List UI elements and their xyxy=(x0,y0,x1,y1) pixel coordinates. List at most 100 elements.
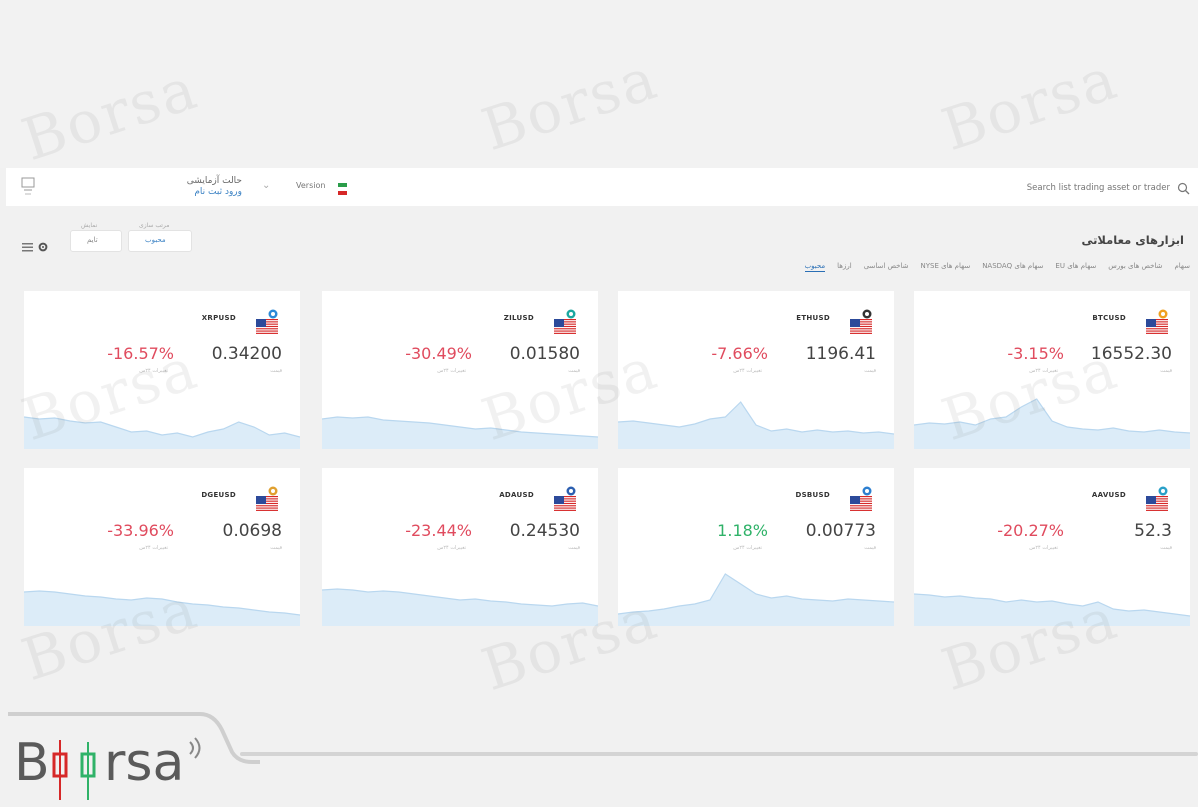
us-flag-icon xyxy=(554,496,576,515)
search-icon[interactable] xyxy=(1177,180,1190,199)
tab-5[interactable]: سهام های EU xyxy=(1055,262,1096,272)
brand-logo: B rsa xyxy=(0,700,260,803)
change-caption: تغییرات ۲۴س xyxy=(139,368,168,374)
us-flag-icon xyxy=(554,319,576,338)
sparkline-area xyxy=(322,417,598,449)
instrument-price: 16552.30 xyxy=(1090,344,1172,364)
sort-select-caption: مرتب سازی xyxy=(139,222,170,229)
us-flag-icon xyxy=(1146,496,1168,515)
instrument-card[interactable]: AAVUSD 52.3 قیمت -20.27% تغییرات ۲۴س xyxy=(914,468,1190,626)
us-flag-icon xyxy=(256,319,278,338)
price-sparkline xyxy=(322,416,598,449)
price-change-percent: -30.49% xyxy=(405,344,472,363)
price-caption: قیمت xyxy=(270,368,282,374)
search-box xyxy=(948,179,1190,197)
price-change-percent: -20.27% xyxy=(997,521,1064,540)
page-title: ابزارهای معاملاتی xyxy=(1081,233,1184,247)
price-sparkline xyxy=(914,398,1190,449)
display-select-value: تایم xyxy=(87,236,98,244)
price-caption: قیمت xyxy=(864,545,876,551)
change-caption: تغییرات ۲۴س xyxy=(1029,545,1058,551)
svg-text:rsa: rsa xyxy=(104,733,184,793)
change-caption: تغییرات ۲۴س xyxy=(733,545,762,551)
price-caption: قیمت xyxy=(864,368,876,374)
instrument-card[interactable]: ADAUSD 0.24530 قیمت -23.44% تغییرات ۲۴س xyxy=(322,468,598,626)
account-icon[interactable] xyxy=(18,174,40,200)
price-change-percent: -7.66% xyxy=(711,344,768,363)
instrument-card[interactable]: DSBUSD 0.00773 قیمت 1.18% تغییرات ۲۴س xyxy=(618,468,894,626)
tab-1[interactable]: ارزها xyxy=(837,262,852,272)
instrument-symbol: AAVUSD xyxy=(1091,491,1126,499)
instrument-price: 0.0698 xyxy=(222,521,282,541)
price-sparkline xyxy=(24,416,300,449)
sparkline-area xyxy=(24,417,300,449)
instrument-symbol: DSBUSD xyxy=(795,491,830,499)
sparkline-area xyxy=(24,591,300,626)
change-caption: تغییرات ۲۴س xyxy=(437,545,466,551)
instrument-symbol: BTCUSD xyxy=(1092,314,1126,322)
svg-text:B: B xyxy=(14,733,50,793)
price-change-percent: -23.44% xyxy=(405,521,472,540)
tab-4[interactable]: سهام های NASDAQ xyxy=(982,262,1043,272)
sparkline-area xyxy=(914,399,1190,449)
instrument-card[interactable]: ETHUSD 1196.41 قیمت -7.66% تغییرات ۲۴س xyxy=(618,291,894,449)
tab-7[interactable]: سهام xyxy=(1174,262,1190,272)
gear-icon[interactable] xyxy=(38,237,48,256)
list-view-icon[interactable] xyxy=(22,237,33,256)
instrument-symbol: ETHUSD xyxy=(796,314,830,322)
version-label: Version xyxy=(296,181,326,190)
search-input[interactable] xyxy=(948,179,1172,197)
tab-3[interactable]: سهام های NYSE xyxy=(920,262,970,272)
us-flag-icon xyxy=(1146,319,1168,338)
instrument-card[interactable]: XRPUSD 0.34200 قیمت -16.57% تغییرات ۲۴س xyxy=(24,291,300,449)
instrument-symbol: DGEUSD xyxy=(201,491,236,499)
sparkline-area xyxy=(322,589,598,626)
price-sparkline xyxy=(914,593,1190,626)
sort-select[interactable]: مرتب سازی محبوب xyxy=(128,222,192,252)
instrument-price: 0.01580 xyxy=(509,344,580,364)
price-caption: قیمت xyxy=(568,545,580,551)
price-sparkline xyxy=(618,573,894,626)
category-tabs: محبوب ارزها شاخص اساسی سهام های NYSE سهام ها… xyxy=(804,262,1190,272)
change-caption: تغییرات ۲۴س xyxy=(437,368,466,374)
account-status[interactable]: حالت آزمایشی ورود ثبت نام xyxy=(182,176,242,198)
us-flag-icon xyxy=(256,496,278,515)
price-change-percent: -16.57% xyxy=(107,344,174,363)
price-caption: قیمت xyxy=(1160,368,1172,374)
instrument-symbol: XRPUSD xyxy=(201,314,236,322)
change-caption: تغییرات ۲۴س xyxy=(139,545,168,551)
us-flag-icon xyxy=(850,496,872,515)
price-change-percent: -3.15% xyxy=(1007,344,1064,363)
instrument-price: 52.3 xyxy=(1134,521,1172,541)
price-sparkline xyxy=(322,588,598,626)
tab-2[interactable]: شاخص اساسی xyxy=(864,262,909,272)
instrument-price: 1196.41 xyxy=(805,344,876,364)
display-select-caption: نمایش xyxy=(81,222,98,229)
instrument-price: 0.24530 xyxy=(509,521,580,541)
footer-divider xyxy=(240,752,1198,756)
language-flag-icon[interactable] xyxy=(338,180,347,195)
instrument-card[interactable]: ZILUSD 0.01580 قیمت -30.49% تغییرات ۲۴س xyxy=(322,291,598,449)
price-change-percent: 1.18% xyxy=(717,521,768,540)
login-register-link[interactable]: ورود ثبت نام xyxy=(182,187,242,198)
us-flag-icon xyxy=(850,319,872,338)
instrument-price: 0.34200 xyxy=(211,344,282,364)
instrument-symbol: ADAUSD xyxy=(499,491,534,499)
price-caption: قیمت xyxy=(568,368,580,374)
price-caption: قیمت xyxy=(1160,545,1172,551)
chevron-down-icon[interactable]: ⌄ xyxy=(262,180,270,191)
tab-6[interactable]: شاخص های بورس xyxy=(1108,262,1162,272)
account-mode-label: حالت آزمایشی xyxy=(186,176,242,186)
instrument-symbol: ZILUSD xyxy=(503,314,534,322)
display-select[interactable]: نمایش تایم xyxy=(70,222,122,252)
instrument-card[interactable]: BTCUSD 16552.30 قیمت -3.15% تغییرات ۲۴س xyxy=(914,291,1190,449)
change-caption: تغییرات ۲۴س xyxy=(733,368,762,374)
price-change-percent: -33.96% xyxy=(107,521,174,540)
instrument-card[interactable]: DGEUSD 0.0698 قیمت -33.96% تغییرات ۲۴س xyxy=(24,468,300,626)
tab-0[interactable]: محبوب xyxy=(804,262,826,272)
sparkline-area xyxy=(618,574,894,626)
top-bar: حالت آزمایشی ورود ثبت نام ⌄ Version xyxy=(6,168,1198,206)
instrument-price: 0.00773 xyxy=(805,521,876,541)
change-caption: تغییرات ۲۴س xyxy=(1029,368,1058,374)
page-header-area xyxy=(0,0,1198,168)
